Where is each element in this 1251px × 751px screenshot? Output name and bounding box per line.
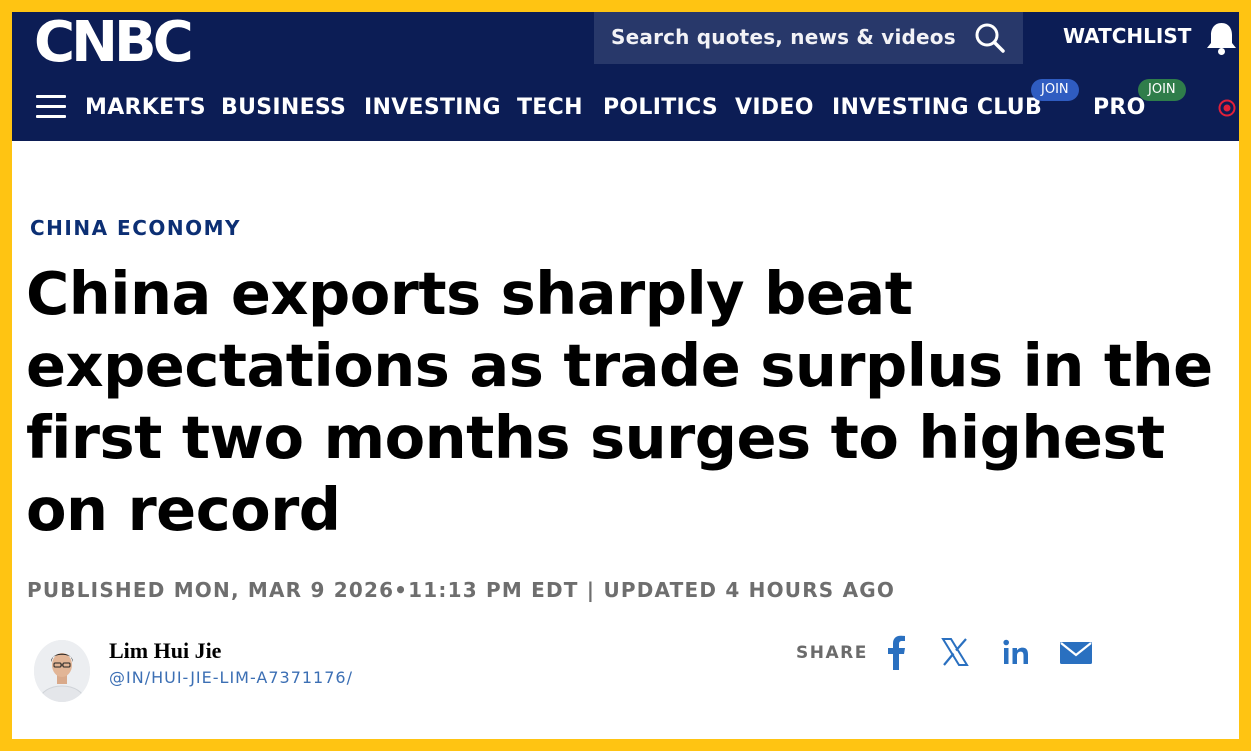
bell-icon[interactable]: [1204, 20, 1239, 56]
email-icon[interactable]: [1059, 632, 1093, 672]
pro-join-badge[interactable]: JOIN: [1138, 79, 1186, 101]
nav-item-business[interactable]: BUSINESS: [221, 95, 346, 120]
section-label[interactable]: CHINA ECONOMY: [30, 216, 241, 240]
search-bar[interactable]: Search quotes, news & videos: [594, 12, 1023, 64]
nav-item-video[interactable]: VIDEO: [735, 95, 814, 120]
search-placeholder[interactable]: Search quotes, news & videos: [611, 25, 956, 49]
share-label: SHARE: [796, 643, 868, 663]
site-header: CNBC Search quotes, news & videos WATCHL…: [12, 12, 1239, 141]
nav-item-investing[interactable]: INVESTING: [364, 95, 501, 120]
nav-item-markets[interactable]: MARKETS: [85, 95, 206, 120]
linkedin-icon[interactable]: [1002, 632, 1030, 672]
x-icon[interactable]: [941, 632, 969, 672]
menu-icon[interactable]: [36, 95, 66, 120]
author-name[interactable]: Lim Hui Jie: [109, 638, 221, 664]
nav-item-tech[interactable]: TECH: [517, 95, 583, 120]
nav-item-investing-club[interactable]: INVESTING CLUB: [832, 95, 1042, 120]
page-frame: CNBC Search quotes, news & videos WATCHL…: [12, 12, 1239, 739]
watchlist-link[interactable]: WATCHLIST: [1063, 24, 1191, 48]
search-icon[interactable]: [974, 22, 1006, 54]
author-photo: [34, 640, 90, 702]
author-avatar[interactable]: [34, 640, 90, 702]
live-icon[interactable]: [1218, 99, 1236, 117]
author-handle[interactable]: @IN/HUI-JIE-LIM-A7371176/: [109, 668, 353, 687]
nav-item-politics[interactable]: POLITICS: [603, 95, 718, 120]
published-timestamp: PUBLISHED MON, MAR 9 2026•11:13 PM EDT |…: [27, 578, 896, 602]
nav-item-pro[interactable]: PRO: [1093, 95, 1146, 120]
article-headline: China exports sharply beat expectations …: [26, 259, 1213, 544]
facebook-icon[interactable]: [885, 632, 907, 672]
cnbc-logo[interactable]: CNBC: [34, 14, 194, 72]
investing-club-join-badge[interactable]: JOIN: [1031, 79, 1079, 101]
